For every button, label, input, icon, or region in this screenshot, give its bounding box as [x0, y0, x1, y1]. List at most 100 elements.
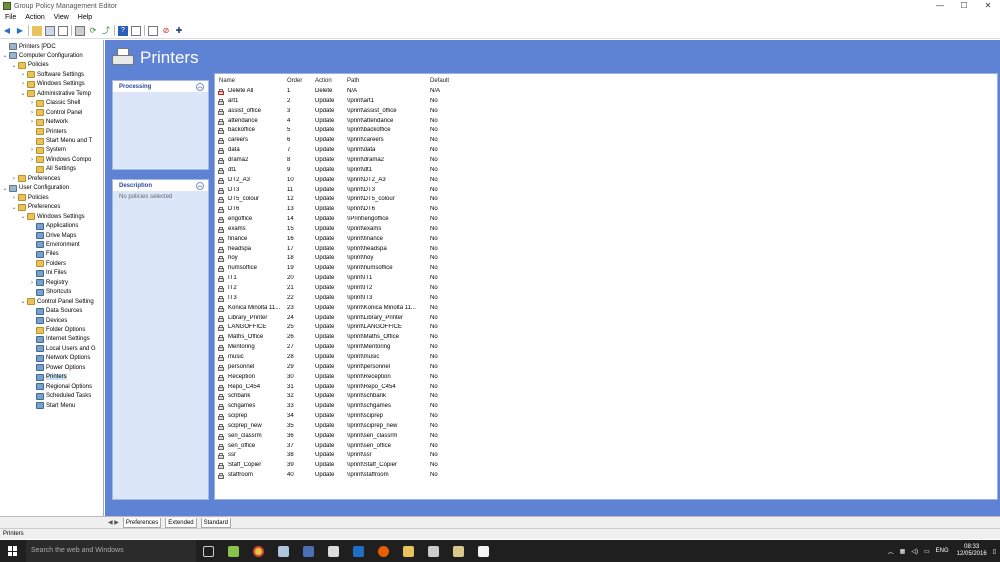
table-row[interactable]: dt1 9 Update \\print\dt1 No: [215, 166, 997, 176]
table-row[interactable]: drama2 8 Update \\print\drama2 No: [215, 156, 997, 166]
table-row[interactable]: Konica Minolta 11... 23 Update \\print\Koni…: [215, 304, 997, 314]
start-button[interactable]: [0, 540, 26, 562]
tree-node[interactable]: Drive Maps: [29, 231, 76, 240]
chevron-down-icon[interactable]: ⌄: [20, 90, 26, 97]
table-row[interactable]: finance 16 Update \\print\finance No: [215, 235, 997, 245]
chevron-right-icon[interactable]: ›: [29, 147, 35, 153]
documents-icon[interactable]: [421, 540, 446, 562]
table-row[interactable]: backoffice 5 Update \\print\backoffice No: [215, 126, 997, 136]
tree-node[interactable]: ⌄ Administrative Temp: [20, 89, 91, 98]
menu-action[interactable]: Action: [25, 14, 44, 21]
table-row[interactable]: DT5_colour 12 Update \\print\DT5_colour No: [215, 195, 997, 205]
table-row[interactable]: LANGOFFICE 25 Update \\print\LANGOFFICE No: [215, 323, 997, 333]
outlook-icon[interactable]: [346, 540, 371, 562]
tree-node[interactable]: › Control Panel: [29, 108, 82, 117]
forward-arrow-icon[interactable]: ▶: [15, 26, 25, 36]
table-row[interactable]: DT3 11 Update \\print\DT3 No: [215, 186, 997, 196]
table-row[interactable]: IT1 20 Update \\print\IT1 No: [215, 274, 997, 284]
tree-node[interactable]: Network Options: [29, 354, 90, 363]
tree-node[interactable]: Start Menu: [29, 401, 75, 410]
tree-node[interactable]: › Windows Settings: [20, 80, 85, 89]
server-manager-icon[interactable]: [271, 540, 296, 562]
table-row[interactable]: sen_classrm 36 Update \\print\sen_classrm No: [215, 432, 997, 442]
print-icon[interactable]: [75, 25, 85, 36]
notepadpp-icon[interactable]: [221, 540, 246, 562]
tab-standard[interactable]: Standard: [200, 517, 231, 528]
tree-node[interactable]: Printers [PDC: [2, 42, 56, 51]
tree-node[interactable]: ⌄ Windows Settings: [20, 212, 85, 221]
tree-node[interactable]: Files: [29, 250, 59, 259]
tree-node[interactable]: ⌄ User Configuration: [2, 184, 69, 193]
menu-help[interactable]: Help: [78, 14, 92, 21]
stop-icon[interactable]: ⊘: [161, 26, 171, 36]
chevron-down-icon[interactable]: ⌄: [11, 62, 17, 69]
help-icon[interactable]: ?: [118, 25, 128, 36]
volume-icon[interactable]: ◁): [911, 548, 918, 555]
chevron-down-icon[interactable]: ⌄: [2, 52, 8, 59]
tree-node[interactable]: Scheduled Tasks: [29, 392, 91, 401]
table-row[interactable]: Delete All 1 Delete N/A N/A: [215, 87, 997, 97]
table-row[interactable]: Reception 30 Update \\print\Reception No: [215, 373, 997, 383]
notepad-icon[interactable]: [321, 540, 346, 562]
gpmc-icon[interactable]: [296, 540, 321, 562]
clock[interactable]: 08:33 12/05/2016: [957, 544, 987, 558]
chevron-right-icon[interactable]: ›: [29, 100, 35, 106]
action-center-icon[interactable]: ▯: [993, 548, 996, 555]
tree-node[interactable]: Power Options: [29, 363, 85, 372]
chevron-right-icon[interactable]: ›: [29, 280, 35, 286]
chevron-right-icon[interactable]: ›: [29, 157, 35, 163]
col-order[interactable]: Order: [287, 78, 302, 87]
table-row[interactable]: engoffice 14 Update \\Print\engoffice No: [215, 215, 997, 225]
table-row[interactable]: careers 6 Update \\print\careers No: [215, 136, 997, 146]
tree-node[interactable]: Printers: [29, 373, 67, 382]
table-row[interactable]: IT3 22 Update \\print\IT3 No: [215, 294, 997, 304]
table-row[interactable]: hoy 18 Update \\print\hoy No: [215, 254, 997, 264]
tree-node[interactable]: ⌄ Control Panel Setting: [20, 297, 94, 306]
collapse-icon[interactable]: ︿: [196, 82, 204, 91]
table-row[interactable]: assist_office 3 Update \\print\assist_offic…: [215, 107, 997, 117]
gpo-editor-taskbar-icon[interactable]: [446, 540, 471, 562]
tree-node[interactable]: Start Menu and T: [29, 137, 92, 146]
menu-view[interactable]: View: [54, 14, 69, 21]
description-header[interactable]: Description ︿: [113, 180, 208, 191]
chevron-down-icon[interactable]: ⌄: [11, 204, 17, 211]
tree-node[interactable]: Shortcuts: [29, 288, 71, 297]
tree-node[interactable]: Data Sources: [29, 307, 82, 316]
tree-node[interactable]: › Windows Compo: [29, 155, 91, 164]
table-row[interactable]: IT2 21 Update \\print\IT2 No: [215, 284, 997, 294]
table-row[interactable]: Maths_Office 26 Update \\print\Maths_Office…: [215, 333, 997, 343]
table-row[interactable]: sen_office 37 Update \\print\sen_office No: [215, 442, 997, 452]
table-row[interactable]: ssr 38 Update \\print\ssr No: [215, 451, 997, 461]
network-icon[interactable]: ▦: [900, 548, 906, 555]
table-row[interactable]: exams 15 Update \\print\exams No: [215, 225, 997, 235]
refresh-icon[interactable]: ⟳: [88, 26, 98, 36]
chevron-right-icon[interactable]: ›: [20, 81, 26, 87]
col-action[interactable]: Action: [315, 78, 332, 87]
chevron-down-icon[interactable]: ⌄: [20, 298, 26, 305]
task-view-icon[interactable]: [196, 540, 221, 562]
export-icon[interactable]: ⤴: [101, 26, 111, 36]
table-row[interactable]: DT2_A3 10 Update \\print\DT2_A3 No: [215, 176, 997, 186]
back-arrow-icon[interactable]: ◀: [2, 26, 12, 36]
table-row[interactable]: DT6 13 Update \\print\DT6 No: [215, 205, 997, 215]
tree-node[interactable]: ⌄ Computer Configuration: [2, 51, 83, 60]
tree-node[interactable]: Applications: [29, 222, 78, 231]
chevron-right-icon[interactable]: ›: [11, 195, 17, 201]
chevron-right-icon[interactable]: ›: [29, 119, 35, 125]
new-item-icon[interactable]: [148, 25, 158, 36]
console-icon[interactable]: [131, 25, 141, 36]
table-row[interactable]: attendance 4 Update \\print\attendance No: [215, 117, 997, 127]
tab-extended[interactable]: Extended: [165, 517, 197, 528]
chevron-down-icon[interactable]: ⌄: [20, 213, 26, 220]
tree-node[interactable]: › Software Settings: [20, 70, 84, 79]
tree-toggle-icon[interactable]: [45, 25, 55, 36]
table-row[interactable]: humsoffice 19 Update \\print\humsoffice No: [215, 264, 997, 274]
tree-node[interactable]: All Settings: [29, 165, 76, 174]
table-row[interactable]: Staff_Copier 39 Update \\print\Staff_Copier…: [215, 461, 997, 471]
tree-node[interactable]: Local Users and G: [29, 344, 96, 353]
tree-node[interactable]: › Policies: [11, 193, 49, 202]
file-explorer-icon[interactable]: [396, 540, 421, 562]
tree-node[interactable]: › Classic Shell: [29, 99, 80, 108]
table-row[interactable]: data 7 Update \\print\data No: [215, 146, 997, 156]
table-row[interactable]: sciprep_new 35 Update \\print\sciprep_new No: [215, 422, 997, 432]
